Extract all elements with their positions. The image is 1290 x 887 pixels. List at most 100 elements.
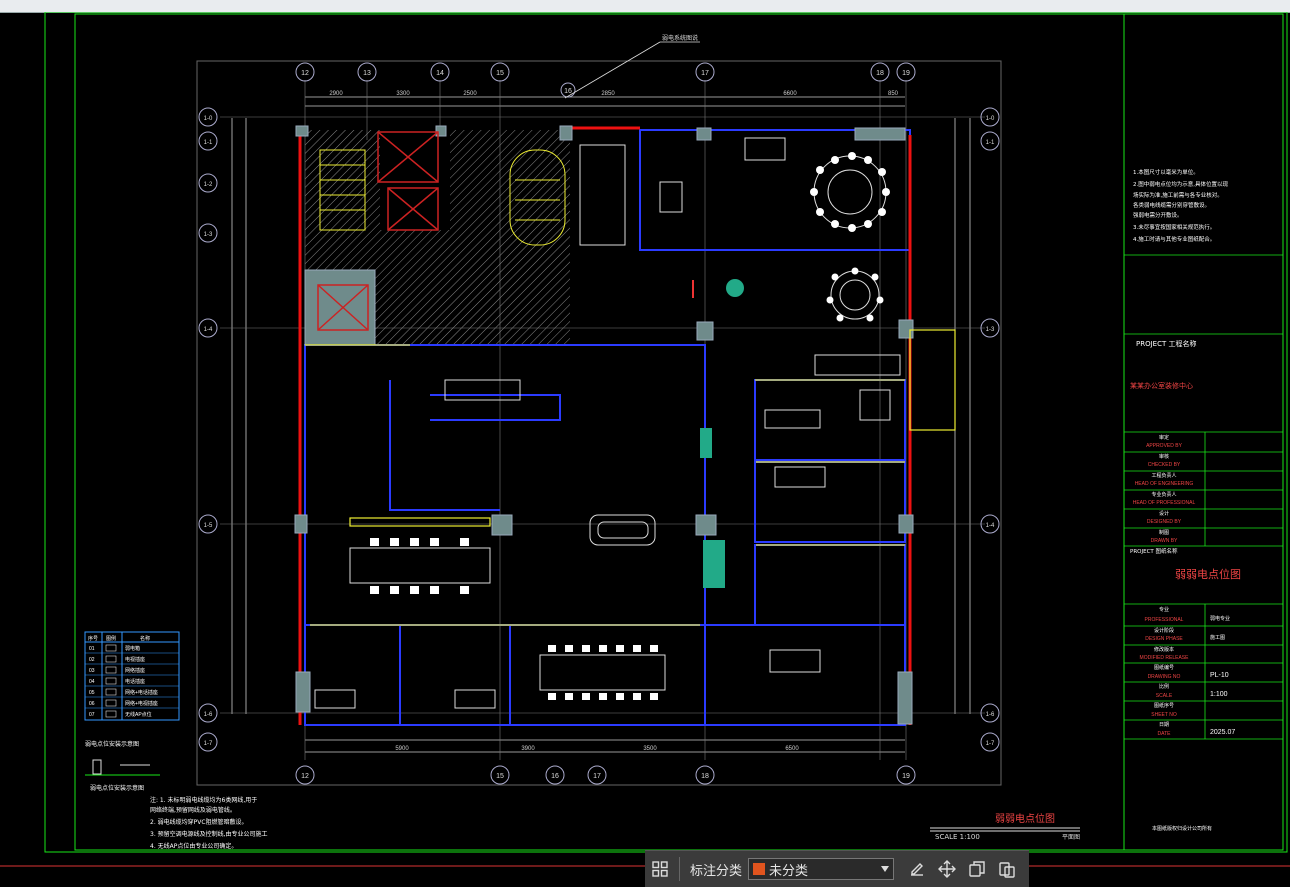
copy-icon[interactable] — [962, 854, 992, 884]
dimension-label: 6500 — [785, 746, 799, 752]
grid-label: 1-6 — [204, 712, 213, 718]
edit-icon[interactable] — [902, 854, 932, 884]
legend-no: 05 — [89, 690, 95, 696]
tb-note: 3.未尽事宜按国家相关规范执行。 — [1133, 223, 1215, 231]
tb-info-en: DATE — [1158, 731, 1172, 737]
legend-no: 04 — [89, 679, 95, 685]
legend-name: 无线AP点位 — [125, 711, 152, 718]
detail-caption: 弱电点位安装示意图 — [90, 784, 144, 792]
tb-info-en: DRAWING NO — [1148, 674, 1181, 680]
paste-icon[interactable] — [992, 854, 1022, 884]
tb-info-en: MODIFIED RELEASE — [1140, 655, 1190, 661]
title-block-notes: 1.本图尺寸以毫米为单位。 2.图中弱电点位均为示意,具体位置以现 场实际为准,… — [1133, 168, 1228, 243]
scale-label: SCALE 1:100 — [935, 833, 980, 841]
dimension-label: 3500 — [643, 746, 657, 752]
dimension-label: 3300 — [396, 91, 410, 97]
tb-info-en: DESIGN PHASE — [1145, 636, 1183, 642]
grid-labels-right: 1-0 1-1 1-3 1-4 1-6 1-7 — [986, 116, 995, 747]
grid-label: 1-0 — [204, 116, 213, 122]
tb-row-en: APPROVED BY — [1146, 443, 1183, 449]
dimension-label: 6600 — [783, 91, 797, 97]
legend-no: 07 — [89, 712, 95, 718]
callout-text: 弱电系统图说 — [662, 34, 698, 42]
tb-info-en: SHEET NO — [1151, 712, 1177, 718]
chevron-down-icon — [881, 866, 890, 872]
category-color-swatch — [753, 863, 766, 875]
dimension-label: 2900 — [329, 91, 343, 97]
grid-label: 16 — [551, 773, 559, 780]
callout-leader — [564, 41, 661, 99]
legend-header: 序号 — [88, 635, 98, 642]
annotation-toolbar: 标注分类 未分类 — [645, 850, 1029, 887]
tb-info-val: 弱电专业 — [1210, 615, 1230, 622]
note-line: 注: 1. 未标明弱电线缆均为6类网线,用于 — [150, 796, 257, 804]
core-void — [380, 130, 450, 230]
tb-note: 各类弱电线缆需分别穿管敷设。 — [1133, 201, 1210, 209]
tb-info-val: 施工图 — [1210, 634, 1225, 641]
tb-info-cn: 图纸编号 — [1154, 664, 1174, 671]
grid-label: 1-4 — [986, 523, 995, 529]
project-label: PROJECT 工程名称 — [1136, 339, 1196, 348]
tb-info-cn: 图纸序号 — [1154, 702, 1174, 709]
grid-label: 13 — [363, 70, 371, 77]
tb-row-en: CHECKED BY — [1148, 462, 1181, 468]
dimension-label: 2850 — [601, 91, 615, 97]
tb-info-cn: 修改版本 — [1154, 646, 1174, 653]
tb-row-cn: 工程负责人 — [1151, 472, 1176, 479]
toolbar-separator — [679, 857, 680, 881]
legend-name: 弱电箱 — [125, 645, 140, 652]
grid-label: 1-6 — [986, 712, 995, 718]
tb-info-en: SCALE — [1156, 693, 1173, 699]
tb-note: 4.施工时请与其他专业图纸配合。 — [1133, 235, 1215, 243]
grid-label: 19 — [902, 70, 910, 77]
general-notes: 注: 1. 未标明弱电线缆均为6类网线,用于 网络终端,预留网线及弱电管线。 2… — [150, 796, 268, 850]
drawing-title: 弱弱电点位图 — [1175, 567, 1241, 581]
tb-info-en: PROFESSIONAL — [1145, 617, 1184, 623]
title-block: 1.本图尺寸以毫米为单位。 2.图中弱电点位均为示意,具体位置以现 场实际为准,… — [1124, 168, 1283, 832]
legend-header: 图例 — [106, 635, 116, 642]
grid-label: 17 — [593, 773, 601, 780]
grid-icon[interactable] — [645, 854, 675, 884]
detail-title: 弱电点位安装示意图 — [85, 740, 139, 748]
tb-row-cn: 设计 — [1159, 510, 1169, 517]
tb-info-val: 2025.07 — [1210, 729, 1235, 736]
grid-label: 18 — [701, 773, 709, 780]
tb-row-en: HEAD OF PROFESSIONAL — [1133, 500, 1196, 506]
note-line: 2. 弱电线缆均穿PVC阻燃管暗敷设。 — [150, 818, 248, 826]
tb-note: 2.图中弱电点位均为示意,具体位置以现 — [1133, 180, 1228, 188]
install-detail: 弱电点位安装示意图 弱电点位安装示意图 — [85, 740, 160, 792]
grid-label: 1-2 — [204, 182, 213, 188]
tb-note: 强弱电需分开敷设。 — [1133, 211, 1183, 219]
tb-info-cn: 比例 — [1159, 683, 1169, 690]
legend-no: 02 — [89, 657, 95, 663]
category-select-value: 未分类 — [769, 863, 809, 879]
tb-info-cn: 专业 — [1159, 606, 1169, 613]
legend-name: 网络+电视插座 — [125, 700, 158, 707]
yellow-partitions — [305, 329, 956, 626]
note-line: 网络终端,预留网线及弱电管线。 — [150, 806, 236, 814]
tb-row-en: DESIGNED BY — [1147, 519, 1182, 525]
legend-name: 电视插座 — [125, 656, 145, 663]
annotation-category-label: 标注分类 — [690, 863, 743, 879]
grid-label: 12 — [301, 773, 309, 780]
grid-label: 1-3 — [986, 327, 995, 333]
grid-label: 1-5 — [204, 523, 213, 529]
dimension-label: 5900 — [395, 746, 409, 752]
sheet-title-block: 弱弱电点位图 SCALE 1:100 平面图 — [930, 812, 1080, 841]
cad-drawing-canvas[interactable]: 12 13 14 15 16 17 18 19 12 15 16 17 18 1… — [0, 12, 1290, 886]
grid-label: 19 — [902, 773, 910, 780]
move-icon[interactable] — [932, 854, 962, 884]
grid-labels-left: 1-0 1-1 1-2 1-3 1-4 1-5 1-6 1-7 — [204, 116, 213, 747]
grid-label: 15 — [496, 70, 504, 77]
tb-row-cn: 制图 — [1159, 529, 1169, 536]
drawing-label: PROJECT 图纸名称 — [1130, 547, 1178, 555]
note-line: 4. 无线AP点位由专业公司确定。 — [150, 842, 237, 850]
annotation-category-select[interactable]: 未分类 — [748, 858, 895, 880]
tb-note: 1.本图尺寸以毫米为单位。 — [1133, 168, 1199, 176]
grid-label: 14 — [436, 70, 444, 77]
grid-label: 1-3 — [204, 232, 213, 238]
grid-label: 1-1 — [986, 140, 995, 146]
legend-table: 序号 图例 名称 01 弱电箱 02 电视插座 03 网络插座 04 电话插座 05 网络… — [84, 631, 180, 721]
tb-row-en: HEAD OF ENGINEERING — [1135, 481, 1194, 487]
dimension-label: 850 — [888, 91, 899, 97]
